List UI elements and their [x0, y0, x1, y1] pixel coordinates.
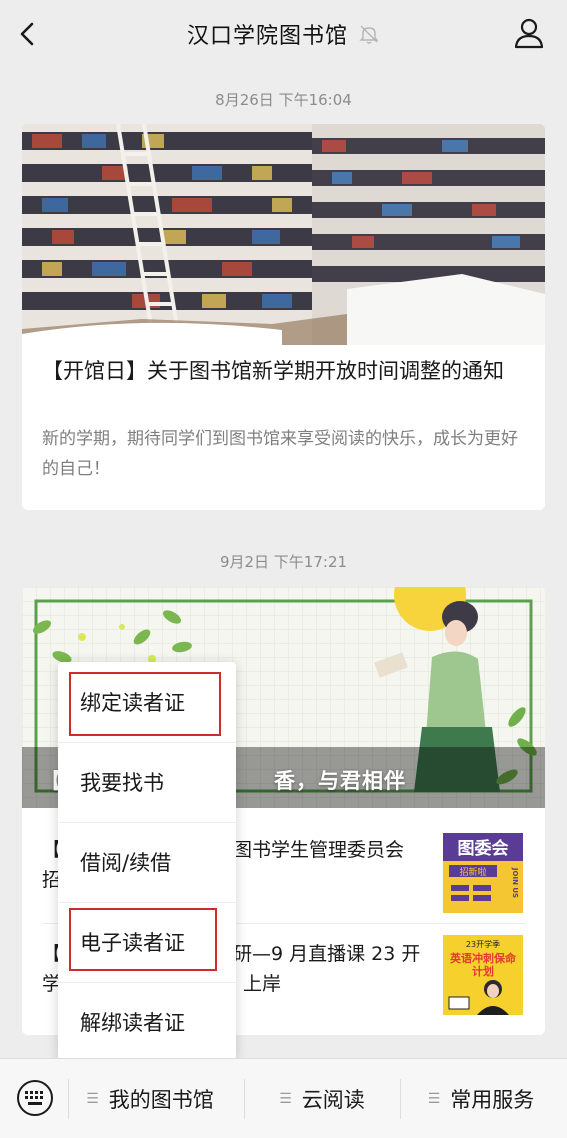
tab-cloud-reading[interactable]: ☰ 云阅读 — [244, 1059, 400, 1138]
highlight-box — [69, 908, 217, 971]
top-bar: 汉口学院图书馆 — [0, 0, 567, 68]
title-wrap: 汉口学院图书馆 — [187, 18, 380, 50]
highlight-box — [69, 672, 221, 736]
profile-icon[interactable] — [513, 16, 545, 50]
sub-article-thumbnail: 图委会 招新啦 JOIN US — [443, 833, 523, 913]
message-time: 9月2日 下午17:21 — [219, 553, 348, 571]
article-card[interactable]: 【开馆日】关于图书馆新学期开放时间调整的通知 新的学期，期待同学们到图书馆来享受… — [22, 124, 545, 510]
tab-common-services[interactable]: ☰ 常用服务 — [400, 1059, 562, 1138]
thumb-side-text: JOIN US — [511, 867, 519, 898]
article-description: 新的学期，期待同学们到图书馆来享受阅读的快乐，成长为更好的自己！ — [42, 429, 518, 479]
mute-bell-icon — [359, 25, 379, 44]
tab-label: 常用服务 — [450, 1088, 535, 1112]
tab-label: 我的图书馆 — [108, 1088, 214, 1112]
menu-lines-icon: ☰ — [86, 1091, 99, 1107]
keyboard-toggle-icon[interactable] — [16, 1079, 54, 1117]
menu-item-borrow-renew[interactable]: 借阅/续借 — [58, 822, 236, 902]
tab-label: 云阅读 — [301, 1088, 365, 1112]
thumb-line3: 计划 — [472, 964, 494, 978]
menu-item-unbind-card[interactable]: 解绑读者证 — [58, 982, 236, 1062]
sub-article-thumbnail: 23开学季 英语冲刺保命 计划 — [443, 935, 523, 1015]
tab-my-library[interactable]: ☰ 我的图书馆 — [68, 1059, 232, 1138]
menu-lines-icon: ☰ — [427, 1091, 441, 1107]
message-time: 8月26日 下午16:04 — [215, 91, 352, 109]
thumb-tag-text: 招新啦 — [459, 866, 486, 878]
article-cover-image — [22, 124, 545, 345]
menu-lines-icon: ☰ — [279, 1091, 292, 1107]
menu-item-find-book[interactable]: 我要找书 — [58, 742, 236, 822]
thumb-big-text: 图委会 — [458, 838, 509, 859]
bottom-menu-bar: ☰ 我的图书馆 ☰ 云阅读 ☰ 常用服务 — [0, 1058, 567, 1138]
article-title: 【开馆日】关于图书馆新学期开放时间调整的通知 — [42, 359, 504, 383]
thumb-line2: 英语冲刺保命 — [449, 951, 517, 965]
back-arrow-icon[interactable] — [14, 18, 42, 50]
thumb-line1: 23开学季 — [466, 939, 500, 949]
page-title: 汉口学院图书馆 — [186, 24, 348, 49]
